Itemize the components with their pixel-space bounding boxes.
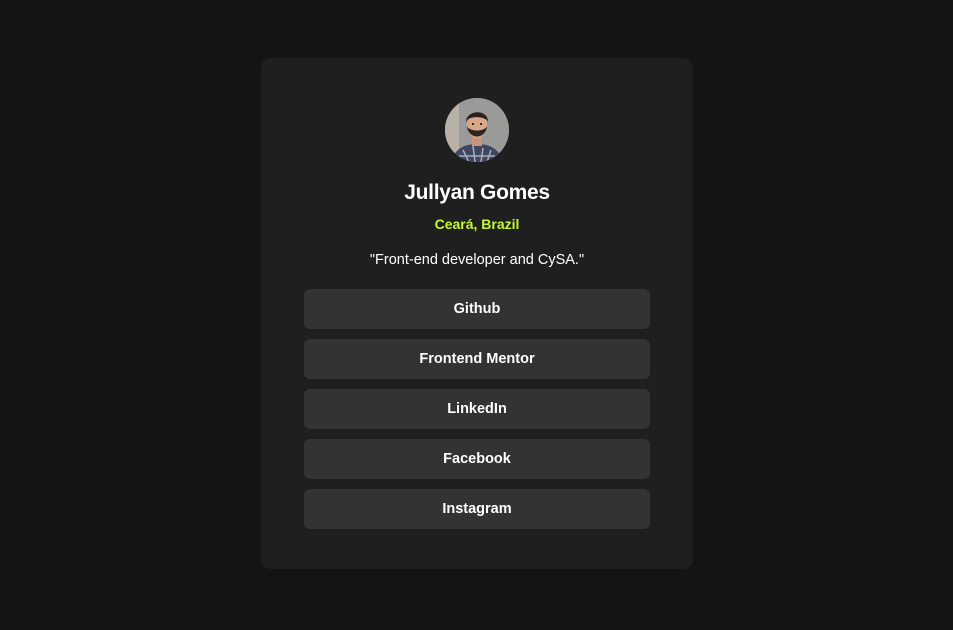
profile-name: Jullyan Gomes [404, 181, 550, 204]
avatar [445, 98, 509, 162]
profile-location: Ceará, Brazil [434, 216, 520, 232]
instagram-link-button[interactable]: Instagram [304, 489, 650, 529]
profile-photo [445, 98, 509, 162]
frontend-mentor-link-button[interactable]: Frontend Mentor [304, 339, 650, 379]
github-link-button[interactable]: Github [304, 289, 650, 329]
facebook-link-button[interactable]: Facebook [304, 439, 650, 479]
linkedin-link-button[interactable]: LinkedIn [304, 389, 650, 429]
social-links: Github Frontend Mentor LinkedIn Facebook… [304, 289, 650, 539]
profile-bio: "Front-end developer and CySA." [369, 252, 585, 268]
profile-card: Jullyan Gomes Ceará, Brazil "Front-end d… [261, 58, 693, 569]
